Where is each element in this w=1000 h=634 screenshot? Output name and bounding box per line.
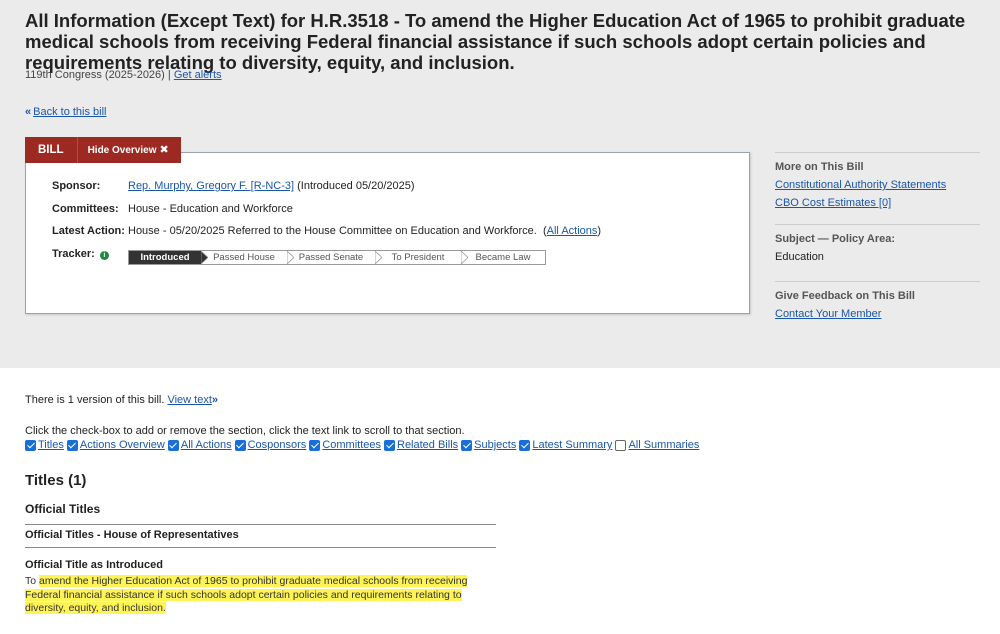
committees-value: House - Education and Workforce	[128, 203, 293, 215]
checkbox[interactable]	[66, 439, 78, 451]
divider	[25, 524, 496, 525]
section-link[interactable]: Committees	[322, 439, 381, 451]
tracker-step-label: Passed Senate	[298, 252, 364, 263]
feedback-heading: Give Feedback on This Bill	[775, 290, 915, 302]
sidebar-divider	[775, 281, 980, 282]
sidebar-divider	[775, 152, 980, 153]
title-prefix: To	[25, 575, 37, 587]
overview-tabbar: BILL Hide Overview ✖	[25, 137, 181, 163]
section-link[interactable]: Actions Overview	[80, 439, 165, 451]
tracker-step-label: Passed House	[213, 252, 275, 263]
section-toggle[interactable]: All Summaries	[615, 439, 699, 451]
section-link[interactable]: Cosponsors	[248, 439, 307, 451]
section-toggle[interactable]: Related Bills	[384, 439, 458, 451]
sidebar-divider	[775, 224, 980, 225]
tracker-arrow-icon	[287, 251, 294, 264]
tracker-step: Introduced	[129, 251, 208, 264]
info-icon[interactable]: i	[99, 251, 109, 260]
section-checkboxes: Titles Actions Overview All Actions Cospons…	[25, 439, 702, 451]
tracker-label: Tracker:	[52, 248, 95, 260]
tracker-step: Passed House	[201, 251, 294, 264]
section-toggle[interactable]: Latest Summary	[519, 439, 612, 451]
official-title-text: To amend the Higher Education Act of 196…	[25, 575, 500, 616]
hide-overview-button[interactable]: Hide Overview ✖	[76, 137, 181, 163]
tracker-step: To President	[375, 251, 468, 264]
house-titles-heading: Official Titles - House of Representativ…	[25, 529, 239, 541]
section-toggle[interactable]: Committees	[309, 439, 381, 451]
double-chevron-left-icon: «	[25, 106, 32, 118]
subject-value: Education	[775, 251, 824, 263]
separator: |	[167, 69, 171, 81]
latest-action-row: Latest Action: House - 05/20/2025 Referr…	[52, 225, 602, 237]
committees-row: Committees: House - Education and Workfo…	[52, 203, 293, 215]
congress-session: 119th Congress (2025-2026)	[25, 69, 165, 81]
tracker-step-label: Became Law	[475, 252, 531, 263]
tracker-step-label: To President	[391, 252, 445, 263]
page-title: All Information (Except Text) for H.R.35…	[25, 10, 966, 73]
section-toggle[interactable]: Titles	[25, 439, 64, 451]
title-as-introduced-heading: Official Title as Introduced	[25, 559, 163, 571]
official-titles-heading: Official Titles	[25, 502, 101, 516]
constitutional-authority-link[interactable]: Constitutional Authority Statements	[775, 179, 946, 191]
hide-overview-label: Hide Overview	[87, 145, 157, 156]
checkbox[interactable]	[615, 439, 627, 451]
tracker-arrow-icon	[461, 251, 468, 264]
sponsor-label: Sponsor:	[52, 180, 101, 192]
checkbox[interactable]	[167, 439, 179, 451]
section-link[interactable]: Latest Summary	[532, 439, 612, 451]
checkbox[interactable]	[25, 439, 36, 451]
section-toggle[interactable]: Subjects	[461, 439, 516, 451]
checkbox[interactable]	[309, 439, 321, 451]
titles-heading: Titles (1)	[25, 472, 87, 489]
sponsor-introduced: (Introduced 05/20/2025)	[297, 180, 415, 192]
section-link[interactable]: All Actions	[181, 439, 232, 451]
checkbox[interactable]	[519, 439, 531, 451]
sidebar: More on This Bill Constitutional Authori…	[775, 152, 980, 320]
view-text-link[interactable]: View text	[167, 394, 211, 406]
cbo-cost-estimates-link[interactable]: CBO Cost Estimates [0]	[775, 197, 891, 209]
back-to-bill[interactable]: «Back to this bill	[25, 106, 107, 118]
sponsor-link[interactable]: Rep. Murphy, Gregory F. [R-NC-3]	[128, 180, 294, 192]
highlighted-title: amend the Higher Education Act of 1965 t…	[25, 575, 468, 614]
checkbox[interactable]	[384, 439, 395, 451]
latest-action-value: House - 05/20/2025 Referred to the House…	[128, 225, 537, 237]
tracker-step: Became Law	[461, 251, 545, 264]
committees-label: Committees:	[52, 203, 119, 215]
get-alerts-link[interactable]: Get alerts	[174, 69, 222, 81]
all-actions-link[interactable]: All Actions	[547, 225, 598, 237]
divider	[25, 547, 496, 548]
versions-line: There is 1 version of this bill. View te…	[25, 394, 218, 406]
bill-overview-panel: Sponsor: Rep. Murphy, Gregory F. [R-NC-3…	[25, 152, 750, 314]
section-instructions: Click the check-box to add or remove the…	[25, 425, 465, 437]
checkbox[interactable]	[461, 439, 473, 451]
section-link[interactable]: Subjects	[474, 439, 516, 451]
section-link[interactable]: Titles	[38, 439, 64, 451]
section-toggle[interactable]: Actions Overview	[66, 439, 165, 451]
latest-action-label: Latest Action:	[52, 225, 125, 237]
bill-tracker: Introduced Passed House Passed Senate To Pr…	[128, 250, 546, 265]
section-toggle[interactable]: Cosponsors	[234, 439, 307, 451]
versions-text: There is 1 version of this bill.	[25, 394, 165, 406]
checkbox[interactable]	[234, 439, 246, 451]
tab-bill[interactable]: BILL	[25, 137, 77, 163]
tracker-arrow-icon	[201, 251, 208, 264]
sponsor-row: Sponsor: Rep. Murphy, Gregory F. [R-NC-3…	[52, 180, 415, 192]
more-on-bill-heading: More on This Bill	[775, 161, 864, 173]
double-chevron-right-icon: »	[211, 394, 219, 406]
section-toggle[interactable]: All Actions	[167, 439, 232, 451]
tracker-arrow-icon	[375, 251, 382, 264]
congress-line: 119th Congress (2025-2026) | Get alerts	[25, 69, 222, 81]
close-icon: ✖	[159, 144, 169, 156]
tracker-step: Passed Senate	[287, 251, 382, 264]
section-link[interactable]: Related Bills	[397, 439, 458, 451]
section-link[interactable]: All Summaries	[628, 439, 699, 451]
back-to-bill-link[interactable]: Back to this bill	[33, 106, 106, 118]
subject-heading: Subject — Policy Area:	[775, 233, 896, 245]
tracker-row: Tracker: i	[52, 248, 109, 260]
contact-member-link[interactable]: Contact Your Member	[775, 308, 881, 320]
tracker-step-label: Introduced	[140, 252, 190, 263]
